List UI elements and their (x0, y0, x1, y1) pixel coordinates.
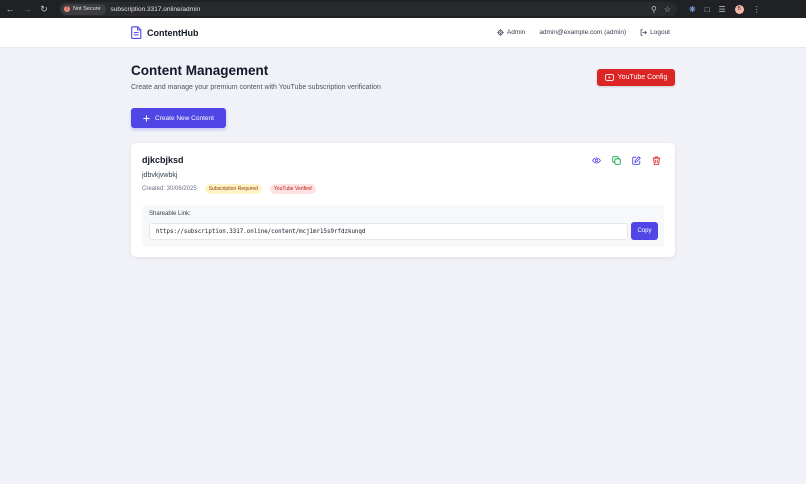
user-email: admin@example.com (admin) (539, 29, 627, 36)
reload-icon[interactable]: ↻ (37, 2, 51, 16)
admin-label: Admin (506, 29, 526, 36)
edit-button[interactable] (632, 156, 641, 165)
plus-icon (143, 114, 150, 122)
media-icon[interactable]: ☰ (719, 5, 726, 14)
menu-dots-icon[interactable]: ⋮ (753, 5, 761, 14)
key-icon[interactable]: ⚲ (651, 5, 657, 14)
created-date: Created: 30/06/2025 (142, 186, 197, 192)
address-bar[interactable]: ! Not Secure subscription.3317.online/ad… (59, 2, 677, 16)
logout-icon (640, 29, 647, 36)
browser-toolbar: ← → ↻ ! Not Secure subscription.3317.onl… (0, 0, 806, 18)
content-description: jdbvkjvwbkj (142, 172, 178, 179)
page-subtitle: Create and manage your premium content w… (131, 84, 381, 91)
content-actions (592, 156, 661, 165)
document-icon (131, 26, 142, 39)
copy-icon (612, 156, 621, 165)
logout-label: Logout (650, 29, 670, 36)
edit-icon (632, 156, 641, 165)
delete-button[interactable] (652, 156, 661, 165)
youtube-verified-badge: YouTube Verified (269, 184, 316, 194)
puzzle-icon[interactable]: □ (705, 5, 710, 14)
content-card: djkcbjksd jdbvkjvwbkj Created: 30/06/202… (131, 143, 675, 257)
profile-avatar[interactable]: B (734, 4, 744, 14)
page-title: Content Management (131, 63, 269, 78)
youtube-icon (604, 74, 614, 81)
create-content-label: Create New Content (155, 114, 214, 122)
create-content-button[interactable]: Create New Content (131, 108, 226, 128)
youtube-config-label: YouTube Config (617, 74, 668, 81)
subscription-required-badge: Subscription Required (204, 184, 262, 194)
shareable-link-label: Shareable Link: (149, 211, 191, 217)
youtube-config-button[interactable]: YouTube Config (597, 69, 675, 86)
extension-icon[interactable]: ❋ (689, 5, 696, 14)
security-label: Not Secure (73, 6, 101, 12)
logout-button[interactable]: Logout (640, 29, 670, 36)
app-header: ContentHub Admin admin@example.com (admi… (0, 18, 806, 48)
security-indicator[interactable]: ! Not Secure (61, 3, 106, 15)
back-icon[interactable]: ← (3, 2, 17, 16)
brand-name: ContentHub (147, 27, 199, 38)
forward-icon[interactable]: → (20, 2, 34, 16)
eye-icon (592, 157, 601, 164)
brand[interactable]: ContentHub (131, 26, 199, 39)
admin-link[interactable]: Admin (497, 29, 525, 36)
star-icon[interactable]: ☆ (664, 5, 671, 14)
gear-icon (497, 29, 504, 36)
content-title: djkcbjksd (142, 155, 184, 165)
shareable-link-section: Shareable Link: https://subscription.331… (142, 205, 664, 247)
copy-link-button[interactable]: Copy (631, 222, 658, 240)
duplicate-button[interactable] (612, 156, 621, 165)
shareable-link-input[interactable]: https://subscription.3317.online/content… (149, 223, 628, 240)
view-button[interactable] (592, 156, 601, 165)
warning-icon: ! (64, 6, 70, 12)
trash-icon (652, 156, 661, 165)
content-meta: Created: 30/06/2025 Subscription Require… (142, 184, 316, 194)
url-text[interactable]: subscription.3317.online/admin (111, 6, 201, 13)
